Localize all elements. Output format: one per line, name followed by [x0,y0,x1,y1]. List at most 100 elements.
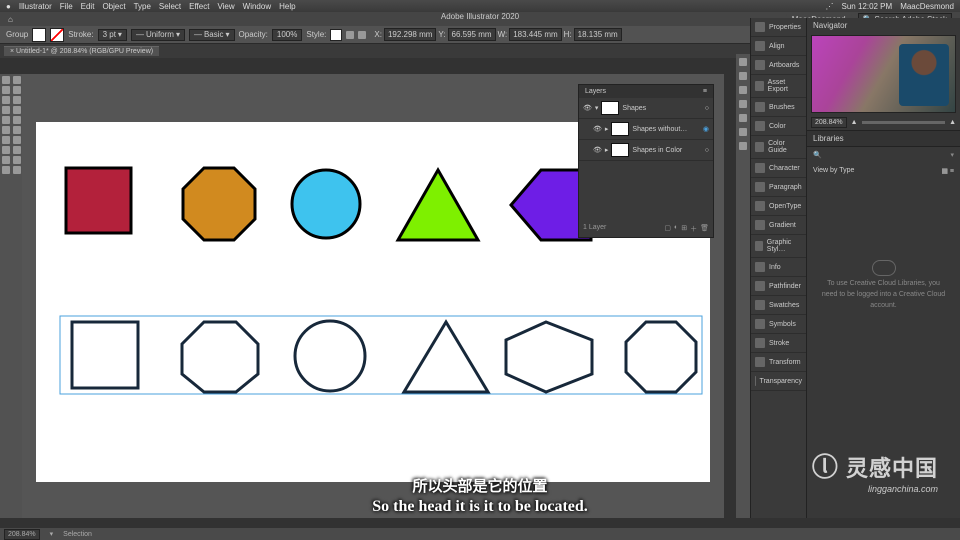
rect-tool-icon[interactable] [2,126,10,134]
eye-icon[interactable]: 👁 [593,146,602,154]
stroke-weight[interactable]: 3 pt ▾ [98,29,127,41]
scale-tool-icon[interactable] [2,156,10,164]
panel-item-info[interactable]: Info [751,258,806,277]
selection-tool-icon[interactable] [2,76,10,84]
panel-icon[interactable] [739,114,747,122]
gradient-tool-icon[interactable] [13,126,21,134]
layer-row[interactable]: 👁▾Shapes○ [579,98,713,119]
shape-square-red[interactable] [66,168,131,233]
panel-item-opentype[interactable]: OpenType [751,197,806,216]
panel-item-symbols[interactable]: Symbols [751,315,806,334]
mask-icon[interactable]: ◐ [674,224,678,234]
panel-icon[interactable] [739,142,747,150]
shape-circle-outline[interactable] [295,321,365,391]
apple-icon[interactable]: ● [6,2,11,11]
wand-tool-icon[interactable] [13,76,21,84]
panel-icon[interactable] [739,100,747,108]
pen-tool-icon[interactable] [2,96,10,104]
x-field[interactable]: 192.298 mm [384,28,436,41]
layers-panel[interactable]: Layers≡ 👁▾Shapes○ 👁▸Shapes without…◉ 👁▸S… [578,84,714,238]
sublayer-icon[interactable]: ⊞ [681,224,687,234]
panel-item-properties[interactable]: Properties [751,18,806,37]
stroke-swatch[interactable] [50,28,64,42]
menu-view[interactable]: View [217,2,234,11]
panel-icon[interactable] [739,86,747,94]
panel-icon[interactable] [739,128,747,136]
shape-octagon-outline-2[interactable] [626,322,696,392]
wifi-icon[interactable]: ⋰ [825,2,833,11]
shape-octagon-orange[interactable] [183,168,255,240]
shape-hexagon-outline[interactable] [506,322,592,392]
layer-row[interactable]: 👁▸Shapes without…◉ [579,119,713,140]
menu-file[interactable]: File [60,2,73,11]
clock[interactable]: Sun 12:02 PM [841,2,892,11]
type-tool-icon[interactable] [2,106,10,114]
app-name[interactable]: Illustrator [19,2,52,11]
zoom-out-icon[interactable]: ▲ [851,119,858,126]
menu-type[interactable]: Type [134,2,151,11]
panel-item-color-guide[interactable]: Color Guide [751,136,806,159]
menu-object[interactable]: Object [102,2,125,11]
line-tool-icon[interactable] [2,116,10,124]
eraser-tool-icon[interactable] [2,166,10,174]
shape-triangle-outline[interactable] [404,322,488,392]
home-icon[interactable]: ⌂ [8,15,13,24]
shape-square-outline[interactable] [72,322,138,388]
curv-tool-icon[interactable] [13,96,21,104]
panel-item-paragraph[interactable]: Paragraph [751,178,806,197]
status-zoom[interactable]: 208.84% [4,529,40,540]
h-field[interactable]: 18.135 mm [574,28,622,41]
eyedrop-tool-icon[interactable] [13,116,21,124]
align-icon-2[interactable] [358,31,366,39]
panel-item-color[interactable]: Color [751,117,806,136]
layers-menu-icon[interactable]: ≡ [703,88,707,95]
panel-item-character[interactable]: Character [751,159,806,178]
nav-zoom[interactable]: 208.84% [811,117,847,128]
zoom-in-icon[interactable]: ▲ [949,119,956,126]
new-layer-icon[interactable]: ＋ [690,224,697,234]
layer-row[interactable]: 👁▸Shapes in Color○ [579,140,713,161]
panel-item-brushes[interactable]: Brushes [751,98,806,117]
panel-item-gradient[interactable]: Gradient [751,216,806,235]
rotate-tool-icon[interactable] [2,146,10,154]
blend-tool-icon[interactable] [13,136,21,144]
stroke-profile[interactable]: — Uniform ▾ [131,29,185,41]
panel-item-transform[interactable]: Transform [751,353,806,372]
zoom-slider[interactable] [862,121,945,124]
panel-item-asset-export[interactable]: Asset Export [751,75,806,98]
style-swatch[interactable] [330,29,342,41]
panel-item-transparency[interactable]: Transparency [751,372,806,391]
menu-edit[interactable]: Edit [81,2,95,11]
menu-help[interactable]: Help [279,2,295,11]
brush-def[interactable]: — Basic ▾ [189,29,235,41]
libraries-view[interactable]: View by Type [813,167,854,175]
panel-icon[interactable] [739,72,747,80]
doc-tab[interactable]: × Untitled-1* @ 208.84% (RGB/GPU Preview… [4,46,159,56]
trash-icon[interactable]: 🗑 [700,224,709,234]
list-view-icon[interactable]: ≡ [950,168,954,175]
artboard-tool-icon[interactable] [13,146,21,154]
opacity-field[interactable]: 100% [272,29,302,41]
y-field[interactable]: 66.595 mm [448,28,496,41]
lasso-tool-icon[interactable] [13,86,21,94]
direct-select-icon[interactable] [2,86,10,94]
shape-circle-cyan[interactable] [292,170,360,238]
panel-item-graphic-styles[interactable]: Graphic Styl… [751,235,806,258]
menu-select[interactable]: Select [159,2,181,11]
menu-window[interactable]: Window [243,2,271,11]
mac-user[interactable]: MaacDesmond [900,2,954,11]
panel-item-pathfinder[interactable]: Pathfinder [751,277,806,296]
panel-item-stroke[interactable]: Stroke [751,334,806,353]
w-field[interactable]: 183.445 mm [509,28,561,41]
fill-swatch[interactable] [32,28,46,42]
panel-item-swatches[interactable]: Swatches [751,296,806,315]
align-icon[interactable] [346,31,354,39]
grid-view-icon[interactable]: ▦ [941,168,948,175]
panel-item-align[interactable]: Align [751,37,806,56]
hand-tool-icon[interactable] [13,166,21,174]
locate-icon[interactable]: ▢ [664,224,671,234]
libraries-search[interactable]: 🔍 [813,151,822,159]
eye-icon[interactable]: 👁 [583,104,592,112]
panel-icon[interactable] [739,58,747,66]
slice-tool-icon[interactable] [13,156,21,164]
